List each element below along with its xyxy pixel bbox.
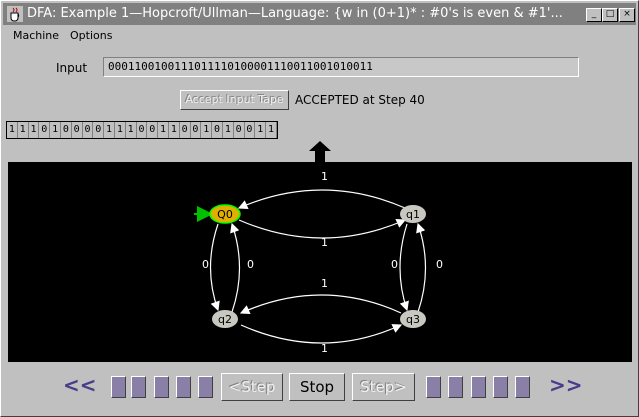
state-q3[interactable]: q3 xyxy=(400,310,426,328)
edge-q1-q0 xyxy=(237,189,406,210)
edge-q2-q3 xyxy=(240,324,403,344)
state-q2[interactable]: q2 xyxy=(212,310,238,328)
status-text: ACCEPTED at Step 40 xyxy=(295,93,425,107)
label-q0-q2-right: 0 xyxy=(247,258,254,271)
step-back-button[interactable]: <Step xyxy=(221,373,283,401)
tape-cell: 0 xyxy=(191,122,202,138)
history-slot[interactable] xyxy=(198,376,213,398)
label-q0-q1-top: 1 xyxy=(321,170,328,183)
history-slot[interactable] xyxy=(176,376,191,398)
maximize-button[interactable]: □ xyxy=(602,8,618,22)
history-slot[interactable] xyxy=(154,376,169,398)
edge-q2-q0 xyxy=(230,222,241,313)
edge-q1-q3 xyxy=(399,223,409,312)
maximize-icon: □ xyxy=(605,9,615,19)
history-slot[interactable] xyxy=(515,376,530,398)
tape-cell: 0 xyxy=(83,122,94,138)
edge-q3-q1 xyxy=(416,222,427,313)
dfa-window: DFA: Example 1—Hopcroft/Ullman—Language:… xyxy=(0,0,639,417)
state-q2-label: q2 xyxy=(218,313,232,326)
close-button[interactable]: × xyxy=(619,8,635,22)
fast-forward-button[interactable]: >> xyxy=(549,373,583,397)
edge-q0-q2 xyxy=(209,223,220,312)
label-q0-q2-left: 0 xyxy=(202,258,209,271)
tape-cell: 1 xyxy=(158,122,169,138)
tape-cell: 1 xyxy=(266,122,277,138)
tape-display: 1110100001110011001010011 xyxy=(6,121,278,139)
state-q0[interactable]: Q0 xyxy=(209,204,241,224)
java-cup-icon xyxy=(7,6,23,22)
state-q1-label: q1 xyxy=(406,208,420,221)
dfa-canvas[interactable]: 1 1 0 0 0 0 1 1 Q0 q1 q2 q3 xyxy=(8,162,632,362)
menu-machine[interactable]: Machine xyxy=(13,29,59,42)
tape-head-arrow-icon xyxy=(309,141,331,163)
tape-cell: 0 xyxy=(234,122,245,138)
tape-cell: 1 xyxy=(29,122,40,138)
tape-cell: 0 xyxy=(72,122,83,138)
history-slot[interactable] xyxy=(493,376,508,398)
close-icon: × xyxy=(623,9,631,19)
history-slot[interactable] xyxy=(448,376,463,398)
label-q1-q3-right: 0 xyxy=(436,258,443,271)
edge-q3-q2 xyxy=(239,294,402,314)
label-q0-q1-bottom: 1 xyxy=(321,236,328,249)
minimize-button[interactable]: _ xyxy=(586,8,602,22)
state-q1[interactable]: q1 xyxy=(400,205,426,223)
tape-cell: 0 xyxy=(61,122,72,138)
state-q3-label: q3 xyxy=(406,313,420,326)
history-slot[interactable] xyxy=(471,376,486,398)
history-slot[interactable] xyxy=(111,376,126,398)
input-label: Input xyxy=(56,61,88,75)
tape-cell: 1 xyxy=(201,122,213,138)
tape-cell: 0 xyxy=(39,122,51,138)
label-q2-q3-top: 1 xyxy=(321,277,328,290)
tape-cell: 0 xyxy=(180,122,191,138)
tape-cell: 1 xyxy=(169,122,180,138)
label-q2-q3-bottom: 1 xyxy=(321,342,328,355)
history-slot[interactable] xyxy=(131,376,146,398)
input-tape-field[interactable]: 0001100100111011110100001110011001010011 xyxy=(103,57,579,77)
accept-input-tape-button[interactable]: Accept Input Tape xyxy=(180,90,289,110)
tape-cell: 1 xyxy=(255,122,267,138)
window-title: DFA: Example 1—Hopcroft/Ullman—Language:… xyxy=(27,6,563,21)
tape-cell: 1 xyxy=(126,122,137,138)
state-q0-label: Q0 xyxy=(217,208,233,221)
tape-cell: 1 xyxy=(50,122,61,138)
history-slot[interactable] xyxy=(426,376,441,398)
tape-cell: 1 xyxy=(7,122,18,138)
tape-cell: 0 xyxy=(245,122,256,138)
minimize-icon: _ xyxy=(591,9,597,19)
rewind-button[interactable]: << xyxy=(63,373,97,397)
menu-options[interactable]: Options xyxy=(70,29,112,42)
tape-cell: 1 xyxy=(223,122,234,138)
step-forward-button[interactable]: Step> xyxy=(352,373,415,401)
tape-cell: 1 xyxy=(104,122,115,138)
tape-cell: 1 xyxy=(18,122,29,138)
tape-cell: 0 xyxy=(137,122,148,138)
playback-controls: << <Step Stop Step> >> xyxy=(1,371,639,401)
tape-cell: 0 xyxy=(147,122,159,138)
tape-cell: 0 xyxy=(212,122,223,138)
label-q1-q3-left: 0 xyxy=(391,258,398,271)
tape-cell: 1 xyxy=(115,122,126,138)
stop-button[interactable]: Stop xyxy=(289,373,345,401)
title-bar[interactable]: DFA: Example 1—Hopcroft/Ullman—Language:… xyxy=(3,3,636,25)
tape-cell: 0 xyxy=(93,122,105,138)
